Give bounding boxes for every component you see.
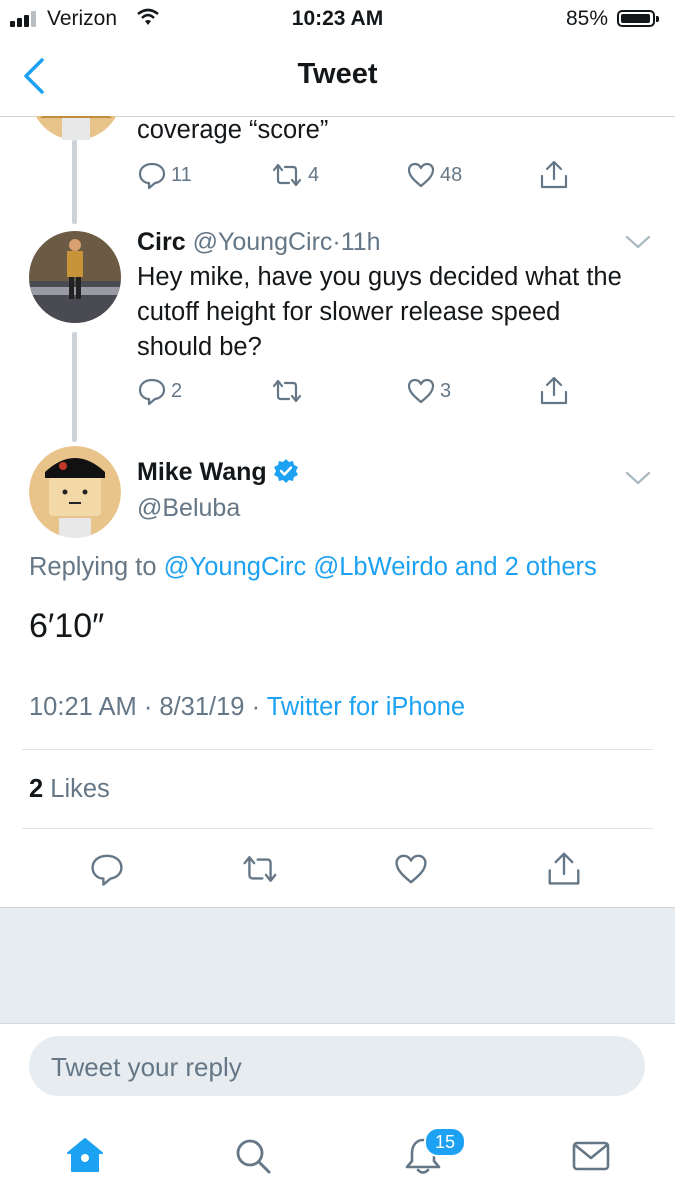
caret-down-icon[interactable] xyxy=(625,470,651,491)
user-handle[interactable]: @Beluba xyxy=(137,494,240,523)
empty-area xyxy=(0,907,675,1024)
main-tweet-text: 6′10″ xyxy=(29,607,105,645)
replying-label: Replying to xyxy=(29,553,157,581)
likes-summary[interactable]: 2 Likes xyxy=(29,775,110,804)
reply-count: 2 xyxy=(171,379,183,402)
tweet-meta: 10:21 AM · 8/31/19 · Twitter for iPhone xyxy=(29,693,465,722)
likes-label: Likes xyxy=(50,775,110,803)
verified-icon xyxy=(273,458,299,489)
reply-button[interactable] xyxy=(89,851,125,892)
like-button[interactable]: 48 xyxy=(406,160,462,190)
share-button[interactable] xyxy=(546,849,582,892)
reply-icon xyxy=(91,854,123,886)
like-icon xyxy=(407,162,435,188)
reply-count: 11 xyxy=(171,163,192,186)
reply-icon xyxy=(138,162,166,190)
share-icon xyxy=(540,376,568,405)
like-button[interactable]: 3 xyxy=(406,376,451,406)
user-name[interactable]: Circ xyxy=(137,228,186,256)
user-handle[interactable]: @YoungCirc xyxy=(193,228,333,256)
share-button[interactable] xyxy=(539,158,569,190)
avatar[interactable] xyxy=(29,231,121,323)
timestamp: 10:21 AM · 8/31/19 · xyxy=(29,693,261,721)
tweet-header: Circ @YoungCirc·11h xyxy=(137,228,381,256)
like-count: 3 xyxy=(440,379,452,402)
share-button[interactable] xyxy=(539,374,569,406)
replying-to: Replying to @YoungCirc @LbWeirdo and 2 o… xyxy=(29,553,597,582)
tweet-text: Hey mike, have you guys decided what the… xyxy=(137,263,622,361)
search-icon[interactable] xyxy=(234,1137,272,1180)
share-icon xyxy=(548,852,580,885)
retweet-icon xyxy=(272,379,302,403)
retweet-icon xyxy=(272,163,302,187)
home-icon[interactable] xyxy=(65,1136,105,1179)
reply-input[interactable]: Tweet your reply xyxy=(29,1036,645,1096)
tweet-text: coverage “score” xyxy=(137,116,329,144)
tweet-header: Mike Wang xyxy=(137,458,299,489)
like-button[interactable] xyxy=(393,851,429,892)
source-link[interactable]: Twitter for iPhone xyxy=(267,693,465,721)
avatar[interactable] xyxy=(29,446,121,538)
share-icon xyxy=(540,160,568,189)
thread-line xyxy=(72,332,77,442)
battery-percent: 85% xyxy=(566,7,609,30)
nav-header: Tweet xyxy=(0,38,675,117)
retweet-count: 4 xyxy=(308,163,320,186)
tweet-time: 11h xyxy=(340,228,381,256)
status-bar: Verizon 10:23 AM 85% xyxy=(0,0,675,38)
replying-mentions[interactable]: @YoungCirc @LbWeirdo and 2 others xyxy=(164,553,597,581)
likes-count: 2 xyxy=(29,775,44,803)
like-icon xyxy=(395,854,427,884)
like-icon xyxy=(407,378,435,404)
notification-badge: 15 xyxy=(424,1127,466,1157)
caret-down-icon[interactable] xyxy=(625,234,651,255)
reply-placeholder: Tweet your reply xyxy=(51,1052,242,1082)
reply-button[interactable]: 2 xyxy=(137,376,182,406)
reply-icon xyxy=(138,378,166,406)
divider xyxy=(22,828,653,829)
reply-button[interactable]: 11 xyxy=(137,160,192,190)
battery-icon xyxy=(617,10,659,27)
retweet-button[interactable] xyxy=(240,851,280,892)
user-name[interactable]: Mike Wang xyxy=(137,458,267,486)
messages-icon[interactable] xyxy=(572,1140,610,1177)
divider xyxy=(22,749,653,750)
thread-line xyxy=(72,140,77,224)
retweet-button[interactable]: 4 xyxy=(270,160,319,190)
retweet-button[interactable] xyxy=(270,376,308,406)
page-title: Tweet xyxy=(297,58,378,90)
like-count: 48 xyxy=(440,163,463,186)
retweet-icon xyxy=(243,856,277,882)
